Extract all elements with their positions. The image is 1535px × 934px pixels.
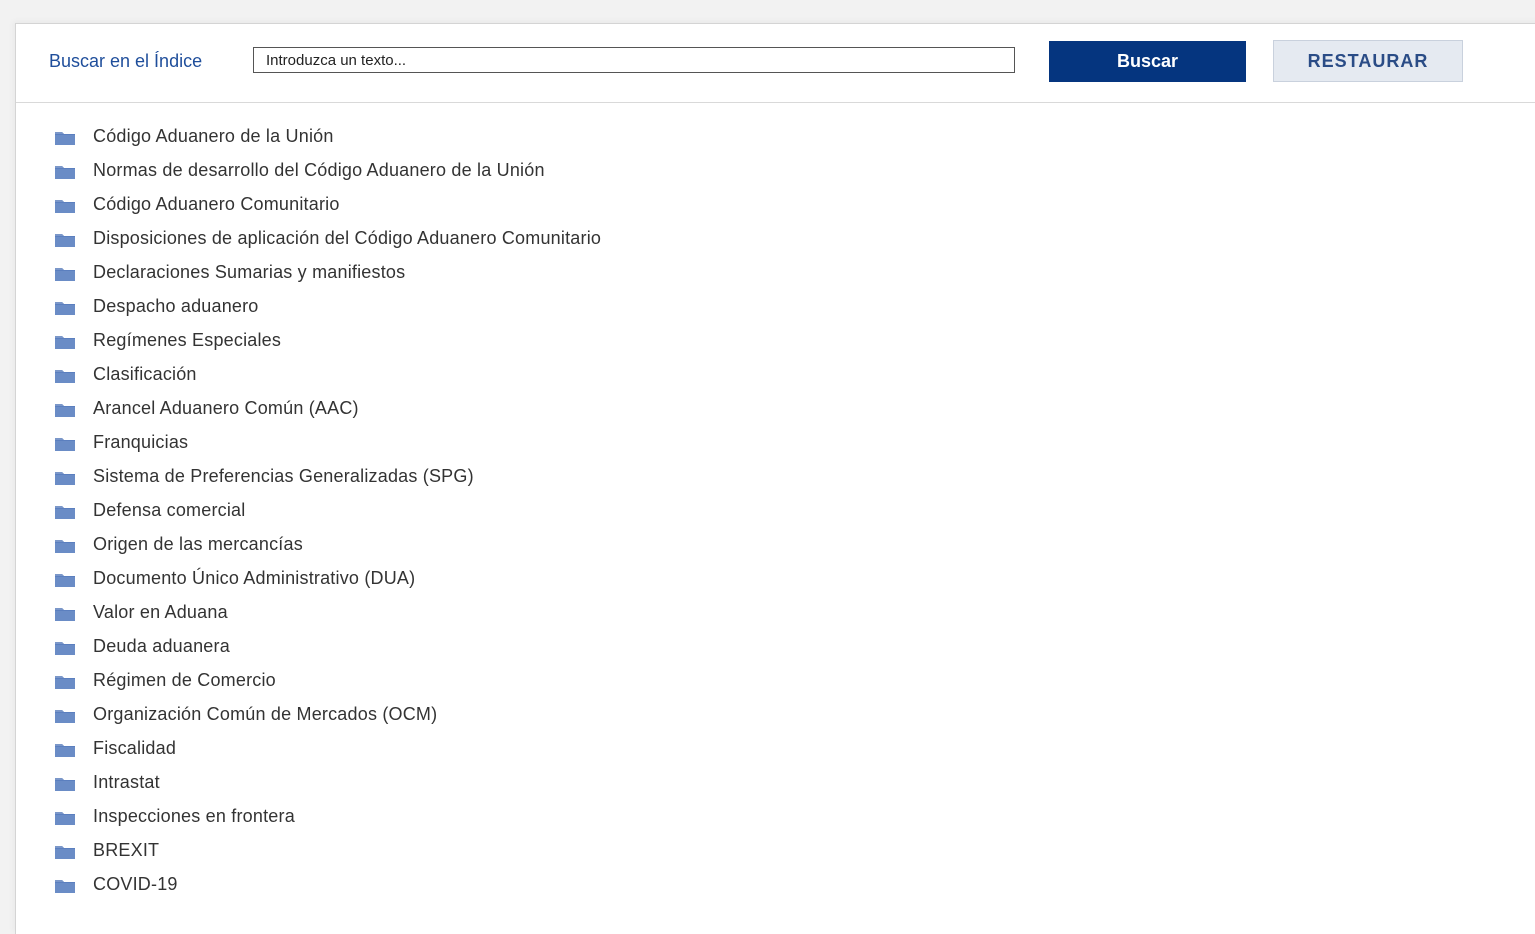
tree-item-label: Arancel Aduanero Común (AAC) <box>93 398 359 418</box>
folder-icon <box>54 470 76 486</box>
tree-item-label: Intrastat <box>93 772 160 792</box>
folder-icon <box>54 368 76 384</box>
tree-item-label: Deuda aduanera <box>93 636 230 656</box>
tree-item-label: Declaraciones Sumarias y manifiestos <box>93 262 406 282</box>
tree-item-label: Inspecciones en frontera <box>93 806 295 826</box>
tree-item-label: BREXIT <box>93 840 160 860</box>
tree-item-label: Valor en Aduana <box>93 602 228 622</box>
folder-icon <box>54 504 76 520</box>
tree-item-label: Fiscalidad <box>93 738 177 758</box>
index-panel: Buscar en el Índice Buscar RESTAURAR Cód… <box>15 23 1535 934</box>
folder-icon <box>54 810 76 826</box>
tree-item-label: Origen de las mercancías <box>93 534 303 554</box>
tree-item-label: Código Aduanero Comunitario <box>93 194 340 214</box>
tree-item-label: Defensa comercial <box>93 500 246 520</box>
folder-icon <box>54 334 76 350</box>
search-input[interactable] <box>253 47 1015 73</box>
folder-icon <box>54 436 76 452</box>
folder-icon <box>54 266 76 282</box>
folder-icon <box>54 572 76 588</box>
tree-item-label: Documento Único Administrativo (DUA) <box>93 568 416 588</box>
folder-icon <box>54 742 76 758</box>
folder-icon <box>54 198 76 214</box>
folder-icon <box>54 844 76 860</box>
folder-icon <box>54 130 76 146</box>
folder-icon <box>54 708 76 724</box>
tree-item-label: Regímenes Especiales <box>93 330 282 350</box>
tree-item-label: Franquicias <box>93 432 189 452</box>
folder-icon <box>54 674 76 690</box>
tree-item-label: Clasificación <box>93 364 197 384</box>
search-label: Buscar en el Índice <box>49 51 203 71</box>
folder-icon <box>54 164 76 180</box>
search-bar: Buscar en el Índice Buscar RESTAURAR <box>16 24 1535 103</box>
folder-icon <box>54 300 76 316</box>
tree-item-label: COVID-19 <box>93 874 178 894</box>
tree-item-label: Organización Común de Mercados (OCM) <box>93 704 438 724</box>
tree-item-label: Disposiciones de aplicación del Código A… <box>93 228 602 248</box>
tree-item-label: Despacho aduanero <box>93 296 259 316</box>
folder-icon <box>54 640 76 656</box>
tree-item-label: Normas de desarrollo del Código Aduanero… <box>93 160 545 180</box>
folder-icon <box>54 878 76 894</box>
reset-button[interactable]: RESTAURAR <box>1273 40 1463 82</box>
tree-item-label: Sistema de Preferencias Generalizadas (S… <box>93 466 474 486</box>
search-button[interactable]: Buscar <box>1049 41 1246 82</box>
folder-icon <box>54 538 76 554</box>
folder-icon <box>54 606 76 622</box>
folder-icon <box>54 402 76 418</box>
tree-item-label: Régimen de Comercio <box>93 670 276 690</box>
folder-icon <box>54 232 76 248</box>
folder-icon <box>54 776 76 792</box>
tree-item-label: Código Aduanero de la Unión <box>93 126 334 146</box>
